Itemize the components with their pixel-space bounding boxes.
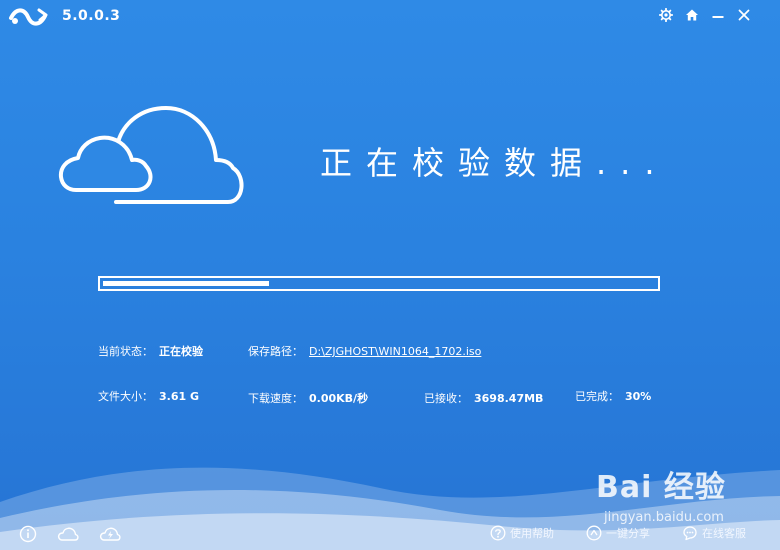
save-path-link[interactable]: D:\ZJGHOST\WIN1064_1702.iso — [309, 345, 481, 358]
completed: 已完成： 30% — [575, 388, 651, 404]
progress-bar-fill — [103, 281, 269, 286]
app-window: 5.0.0.3 正在校验数据... 当前状态： 正在校验 保存路径： D:\ZJ… — [0, 0, 780, 550]
received-label: 已接收： — [424, 392, 468, 405]
share-label: 一键分享 — [606, 527, 650, 540]
file-size-value: 3.61 G — [159, 390, 199, 403]
progress-bar — [98, 276, 660, 291]
completed-label: 已完成： — [575, 390, 619, 403]
chat-icon — [683, 526, 697, 541]
current-status-value: 正在校验 — [159, 345, 203, 358]
baidu-watermark-logo: Bai 经验 — [596, 470, 726, 505]
info-button[interactable] — [18, 525, 40, 543]
cloud-button[interactable] — [56, 525, 79, 543]
close-icon — [738, 9, 750, 21]
title-bar[interactable]: 5.0.0.3 — [0, 0, 780, 34]
minimize-icon — [712, 16, 724, 18]
received: 已接收： 3698.47MB — [424, 390, 543, 406]
status-title: 正在校验数据... — [320, 144, 669, 182]
help-label: 使用帮助 — [510, 527, 554, 540]
completed-value: 30% — [625, 390, 652, 403]
settings-button[interactable] — [658, 6, 674, 24]
received-value: 3698.47MB — [474, 392, 544, 405]
download-speed-label: 下载速度： — [248, 392, 303, 405]
bottom-bar: 使用帮助 一键分享 在线客服 — [0, 518, 780, 550]
app-logo-icon — [8, 6, 48, 28]
minimize-button[interactable] — [710, 6, 726, 24]
home-button[interactable] — [684, 6, 700, 24]
share-button[interactable]: 一键分享 — [586, 525, 650, 541]
download-speed: 下载速度： 0.00KB/秒 — [248, 390, 368, 406]
save-path-label: 保存路径： — [248, 345, 303, 358]
online-service-button[interactable]: 在线客服 — [682, 525, 746, 541]
current-status: 当前状态： 正在校验 — [98, 343, 203, 359]
file-size: 文件大小： 3.61 G — [98, 388, 199, 404]
current-status-label: 当前状态： — [98, 345, 153, 358]
download-speed-value: 0.00KB/秒 — [309, 392, 369, 405]
gear-icon — [659, 8, 673, 22]
close-button[interactable] — [736, 6, 752, 24]
help-button[interactable]: 使用帮助 — [490, 525, 554, 541]
file-size-label: 文件大小： — [98, 390, 153, 403]
home-icon — [686, 9, 698, 21]
help-icon — [490, 525, 506, 541]
save-path: 保存路径： D:\ZJGHOST\WIN1064_1702.iso — [248, 343, 481, 359]
app-version: 5.0.0.3 — [62, 8, 121, 24]
online-service-label: 在线客服 — [702, 527, 746, 540]
cloud-icon — [58, 100, 248, 210]
info-icon — [19, 525, 37, 543]
cloud-small-icon — [57, 527, 79, 541]
cloud-flash-button[interactable] — [98, 525, 121, 543]
cloud-lightning-icon — [99, 527, 121, 541]
share-icon — [586, 525, 602, 541]
window-controls — [658, 6, 752, 24]
